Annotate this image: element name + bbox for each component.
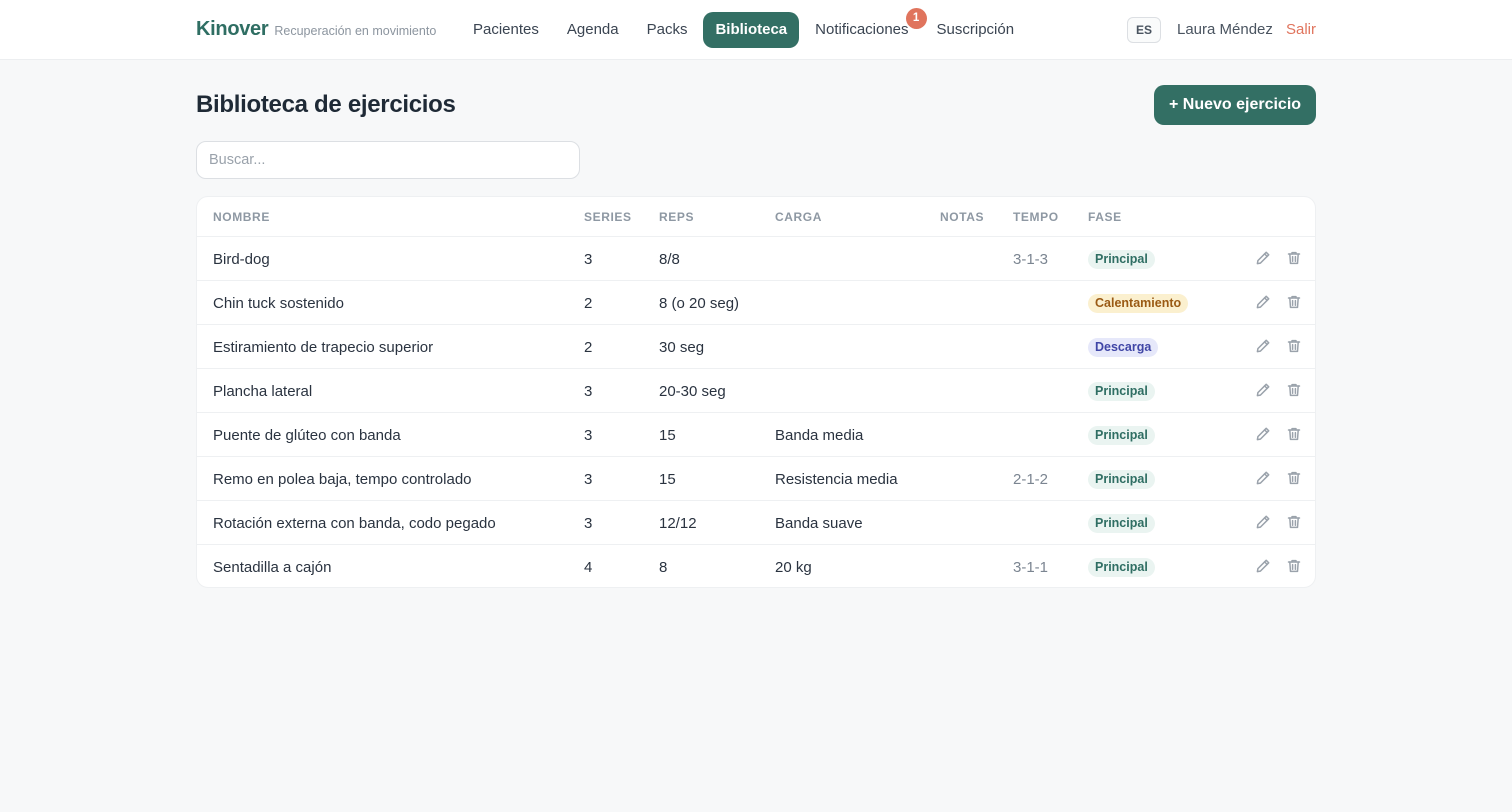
brand[interactable]: Kinover Recuperación en movimiento [196,18,436,41]
pencil-icon[interactable] [1255,294,1273,312]
pencil-icon[interactable] [1255,514,1273,532]
cell-series: 4 [584,559,593,576]
cell-reps: 20-30 seg [659,383,726,400]
cell-nombre: Remo en polea baja, tempo controlado [213,471,472,488]
cell-tempo: 3-1-1 [1013,559,1049,576]
phase-badge: Principal [1088,426,1155,445]
cell-nombre: Plancha lateral [213,383,313,400]
column-header-fase: FASE [1088,210,1122,224]
cell-nombre: Estiramiento de trapecio superior [213,339,434,356]
pencil-icon[interactable] [1255,338,1273,356]
cell-series: 3 [584,471,593,488]
exercise-table: NOMBRE SERIES REPS CARGA NOTAS TEMPO FAS… [196,196,1316,588]
table-row[interactable]: Bird-dog 3 8/8 3-1-3 Principal [197,237,1315,281]
nav-item-pacientes[interactable]: Pacientes [461,12,551,48]
cell-series: 2 [584,339,593,356]
trash-icon[interactable] [1286,470,1304,488]
cell-reps: 12/12 [659,515,697,532]
user-name: Laura Méndez [1177,21,1273,38]
language-switch-button[interactable]: ES [1127,17,1161,43]
pencil-icon[interactable] [1255,558,1273,576]
nav-item-notificaciones-label: Notificaciones [815,21,909,38]
column-header-nombre: NOMBRE [213,210,270,224]
cell-series: 3 [584,515,593,532]
nav-item-suscripcion[interactable]: Suscripción [925,12,1027,48]
cell-nombre: Rotación externa con banda, codo pegado [213,515,496,532]
nav-item-packs[interactable]: Packs [635,12,700,48]
brand-logo[interactable]: Kinover [196,18,269,41]
trash-icon[interactable] [1286,426,1304,444]
search-input[interactable] [196,141,580,179]
main-nav: Pacientes Agenda Packs Biblioteca Notifi… [461,8,1030,48]
phase-badge: Principal [1088,382,1155,401]
table-row[interactable]: Rotación externa con banda, codo pegado 3… [197,501,1315,545]
column-header-notas: NOTAS [940,210,985,224]
cell-nombre: Chin tuck sostenido [213,295,344,312]
cell-nombre: Bird-dog [213,251,270,268]
column-header-tempo: TEMPO [1013,210,1059,224]
table-row[interactable]: Estiramiento de trapecio superior 2 30 seg… [197,325,1315,369]
cell-reps: 15 [659,427,676,444]
cell-reps: 15 [659,471,676,488]
table-row[interactable]: Plancha lateral 3 20-30 seg Principal [197,369,1315,413]
phase-badge: Descarga [1088,338,1159,357]
trash-icon[interactable] [1286,338,1304,356]
cell-carga: Banda suave [775,515,863,532]
cell-series: 3 [584,383,593,400]
cell-series: 3 [584,251,593,268]
cell-carga: 20 kg [775,559,812,576]
phase-badge: Calentamiento [1088,294,1189,313]
table-row[interactable]: Sentadilla a cajón 4 8 20 kg 3-1-1 Principal [197,545,1315,587]
trash-icon[interactable] [1286,514,1304,532]
cell-reps: 30 seg [659,339,705,356]
table-row[interactable]: Puente de glúteo con banda 3 15 Banda media… [197,413,1315,457]
brand-tagline: Recuperación en movimiento [274,24,437,38]
logout-link[interactable]: Salir [1286,21,1316,38]
table-row[interactable]: Remo en polea baja, tempo controlado 3 15 R… [197,457,1315,501]
page-title: Biblioteca de ejercicios [196,91,456,118]
cell-tempo: 3-1-3 [1013,251,1049,268]
phase-badge: Principal [1088,558,1155,577]
cell-nombre: Puente de glúteo con banda [213,427,401,444]
cell-reps: 8/8 [659,251,680,268]
trash-icon[interactable] [1286,558,1304,576]
column-header-carga: CARGA [775,210,822,224]
column-header-reps: REPS [659,210,695,224]
column-header-series: SERIES [584,210,632,224]
nav-item-agenda[interactable]: Agenda [555,12,631,48]
cell-carga: Banda media [775,427,864,444]
new-exercise-button[interactable]: + Nuevo ejercicio [1154,85,1316,125]
cell-series: 3 [584,427,593,444]
pencil-icon[interactable] [1255,382,1273,400]
trash-icon[interactable] [1286,382,1304,400]
cell-reps: 8 [659,559,668,576]
cell-series: 2 [584,295,593,312]
nav-item-biblioteca[interactable]: Biblioteca [703,12,800,48]
table-row[interactable]: Chin tuck sostenido 2 8 (o 20 seg) Calentam… [197,281,1315,325]
table-header: NOMBRE SERIES REPS CARGA NOTAS TEMPO FAS… [197,197,1315,237]
phase-badge: Principal [1088,470,1155,489]
pencil-icon[interactable] [1255,426,1273,444]
trash-icon[interactable] [1286,250,1304,268]
cell-tempo: 2-1-2 [1013,471,1049,488]
top-navigation-bar: Kinover Recuperación en movimiento Pacie… [0,0,1512,60]
pencil-icon[interactable] [1255,250,1273,268]
nav-item-notificaciones[interactable]: Notificaciones 1 [803,8,927,48]
pencil-icon[interactable] [1255,470,1273,488]
cell-carga: Resistencia media [775,471,898,488]
trash-icon[interactable] [1286,294,1304,312]
cell-reps: 8 (o 20 seg) [659,295,740,312]
cell-nombre: Sentadilla a cajón [213,559,332,576]
notification-count-badge: 1 [905,8,927,29]
phase-badge: Principal [1088,250,1155,269]
phase-badge: Principal [1088,514,1155,533]
table-body: Bird-dog 3 8/8 3-1-3 Principal Chin tuck sost… [197,237,1315,587]
